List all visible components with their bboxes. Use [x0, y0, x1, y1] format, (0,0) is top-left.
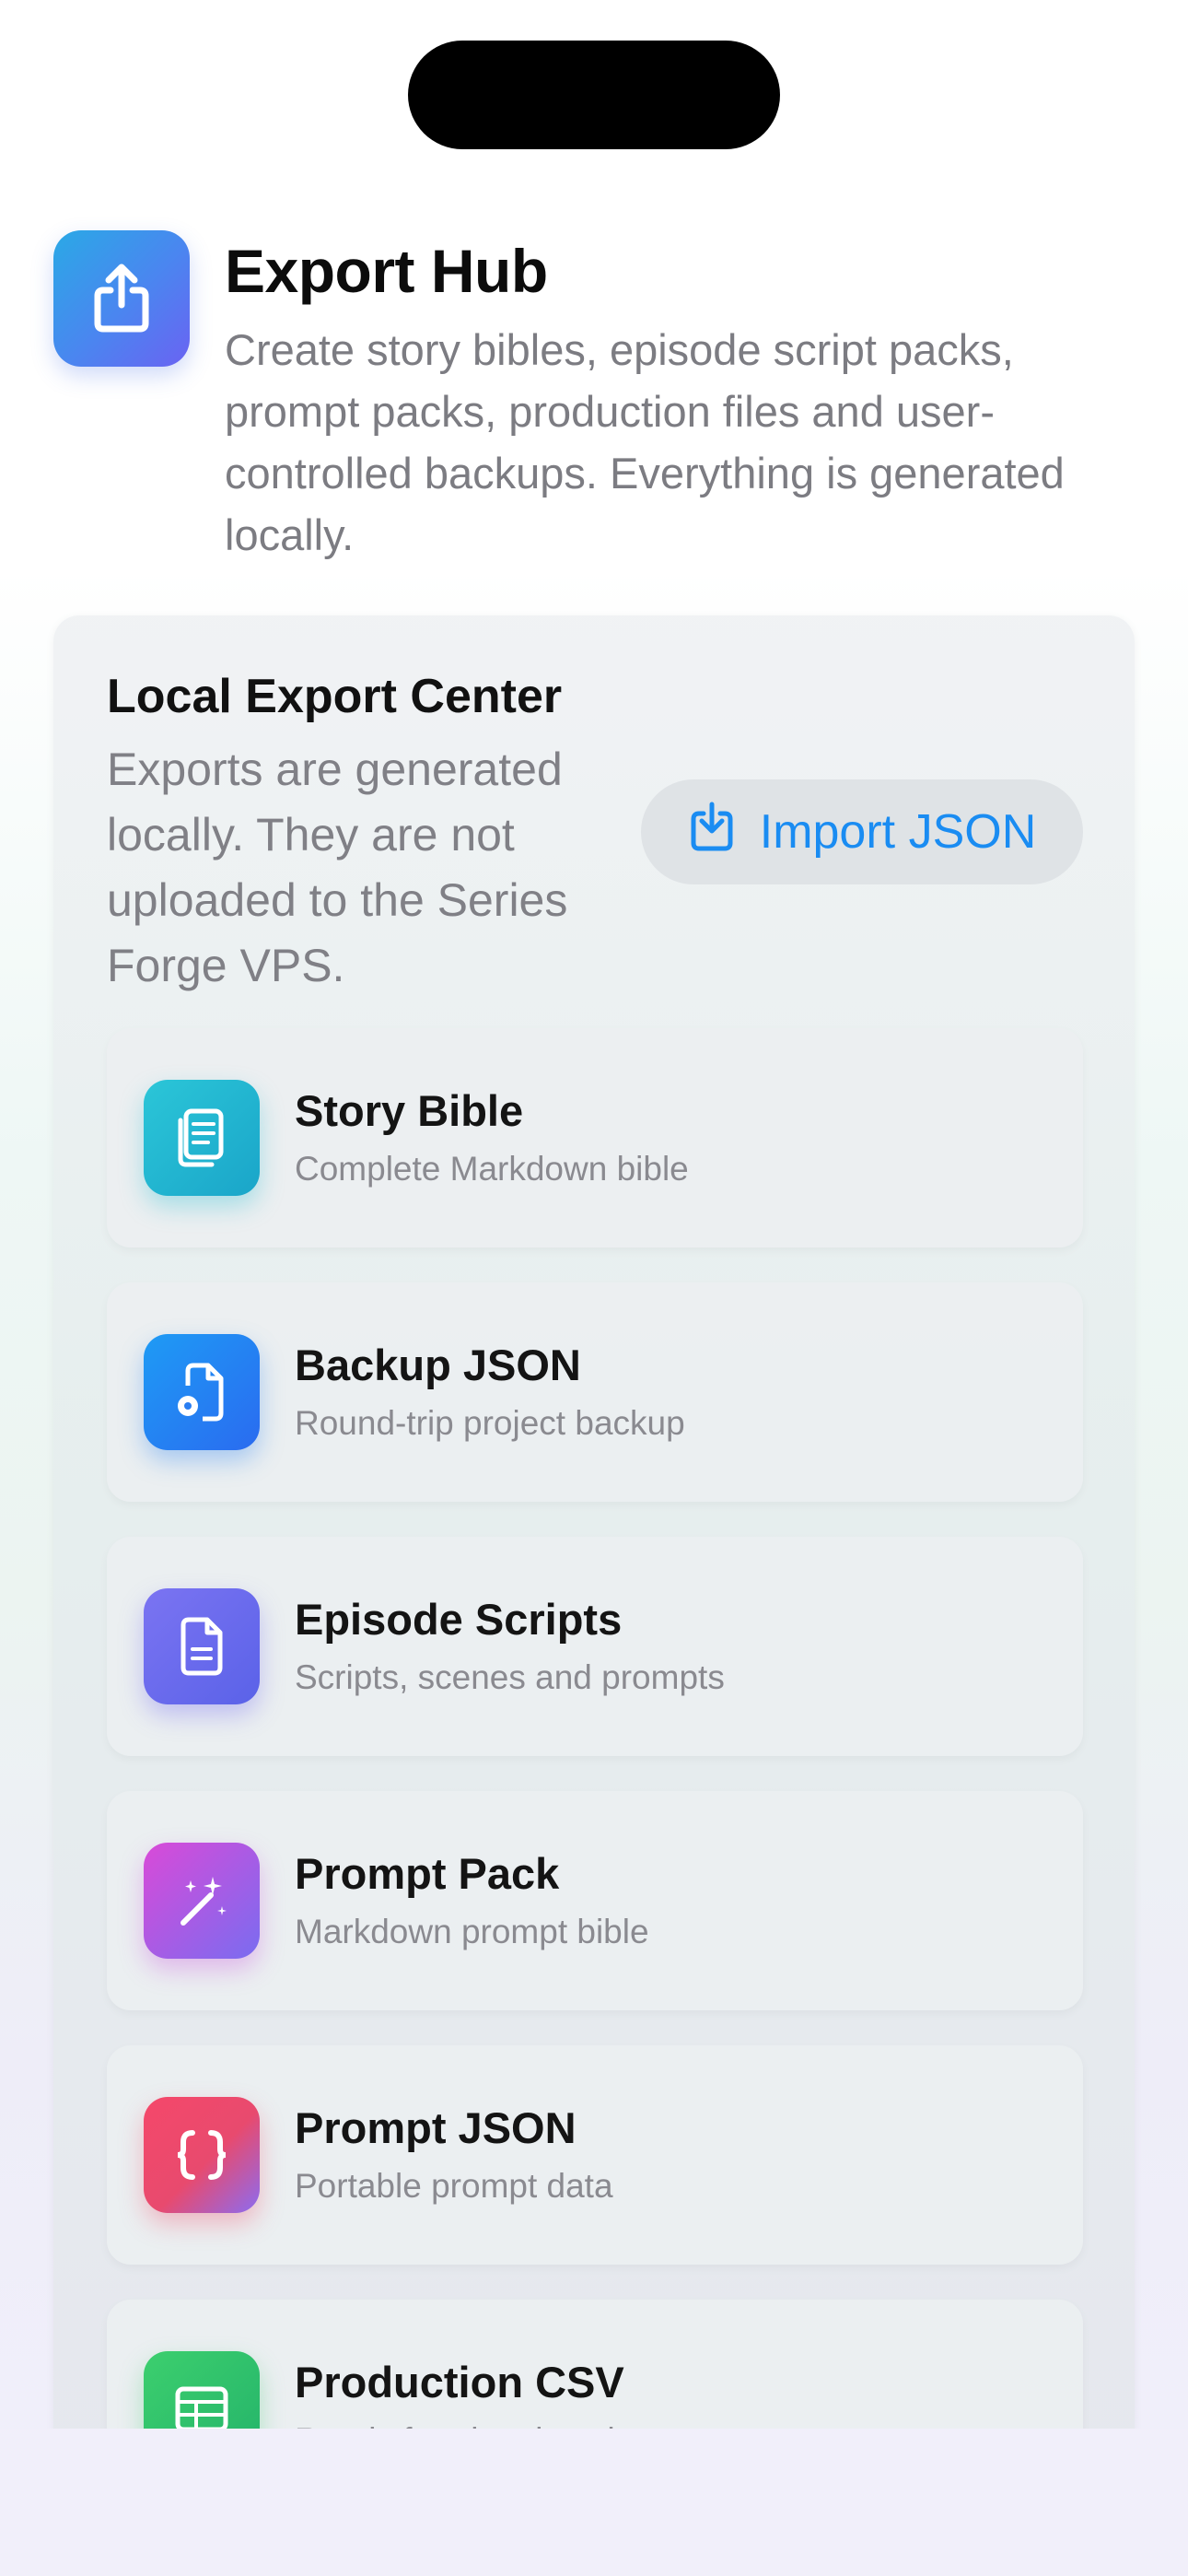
export-row-prompt-pack[interactable]: Prompt Pack Markdown prompt bible — [107, 1791, 1083, 2010]
import-json-button[interactable]: Import JSON — [641, 779, 1083, 884]
export-title: Story Bible — [295, 1086, 524, 1135]
panel-description: Exports are generated locally. They are … — [107, 744, 568, 991]
braces-icon — [144, 2097, 260, 2213]
export-row-backup-json[interactable]: Backup JSON Round-trip project backup — [107, 1282, 1083, 1502]
import-json-label: Import JSON — [759, 805, 1037, 859]
magic-wand-icon — [144, 1843, 260, 1959]
download-tray-icon — [688, 801, 736, 864]
export-subtitle: Portable prompt data — [295, 2167, 613, 2205]
export-row-prompt-json[interactable]: Prompt JSON Portable prompt data — [107, 2045, 1083, 2265]
dynamic-island — [408, 41, 780, 149]
share-icon — [53, 230, 190, 367]
export-subtitle: Complete Markdown bible — [295, 1150, 689, 1188]
export-row-episode-scripts[interactable]: Episode Scripts Scripts, scenes and prom… — [107, 1537, 1083, 1756]
export-title: Backup JSON — [295, 1341, 581, 1389]
document-lines-icon — [144, 1588, 260, 1704]
local-export-center-panel: Local Export Center Exports are generate… — [53, 615, 1135, 2576]
export-title: Prompt JSON — [295, 2103, 577, 2152]
export-subtitle: Round-trip project backup — [295, 1404, 685, 1442]
export-title: Prompt Pack — [295, 1849, 560, 1898]
export-title: Production CSV — [295, 2358, 624, 2406]
export-subtitle: Markdown prompt bible — [295, 1913, 649, 1950]
book-pages-icon — [144, 1080, 260, 1196]
bottom-safe-area — [0, 2429, 1188, 2576]
export-subtitle: Scripts, scenes and prompts — [295, 1658, 725, 1696]
page-title: Export Hub — [225, 237, 548, 305]
export-row-story-bible[interactable]: Story Bible Complete Markdown bible — [107, 1028, 1083, 1247]
panel-title: Local Export Center — [107, 670, 563, 723]
document-gear-icon — [144, 1334, 260, 1450]
export-list: Story Bible Complete Markdown bible Back… — [107, 1028, 1083, 2554]
page-subtitle: Create story bibles, episode script pack… — [225, 325, 1065, 559]
export-title: Episode Scripts — [295, 1595, 623, 1644]
